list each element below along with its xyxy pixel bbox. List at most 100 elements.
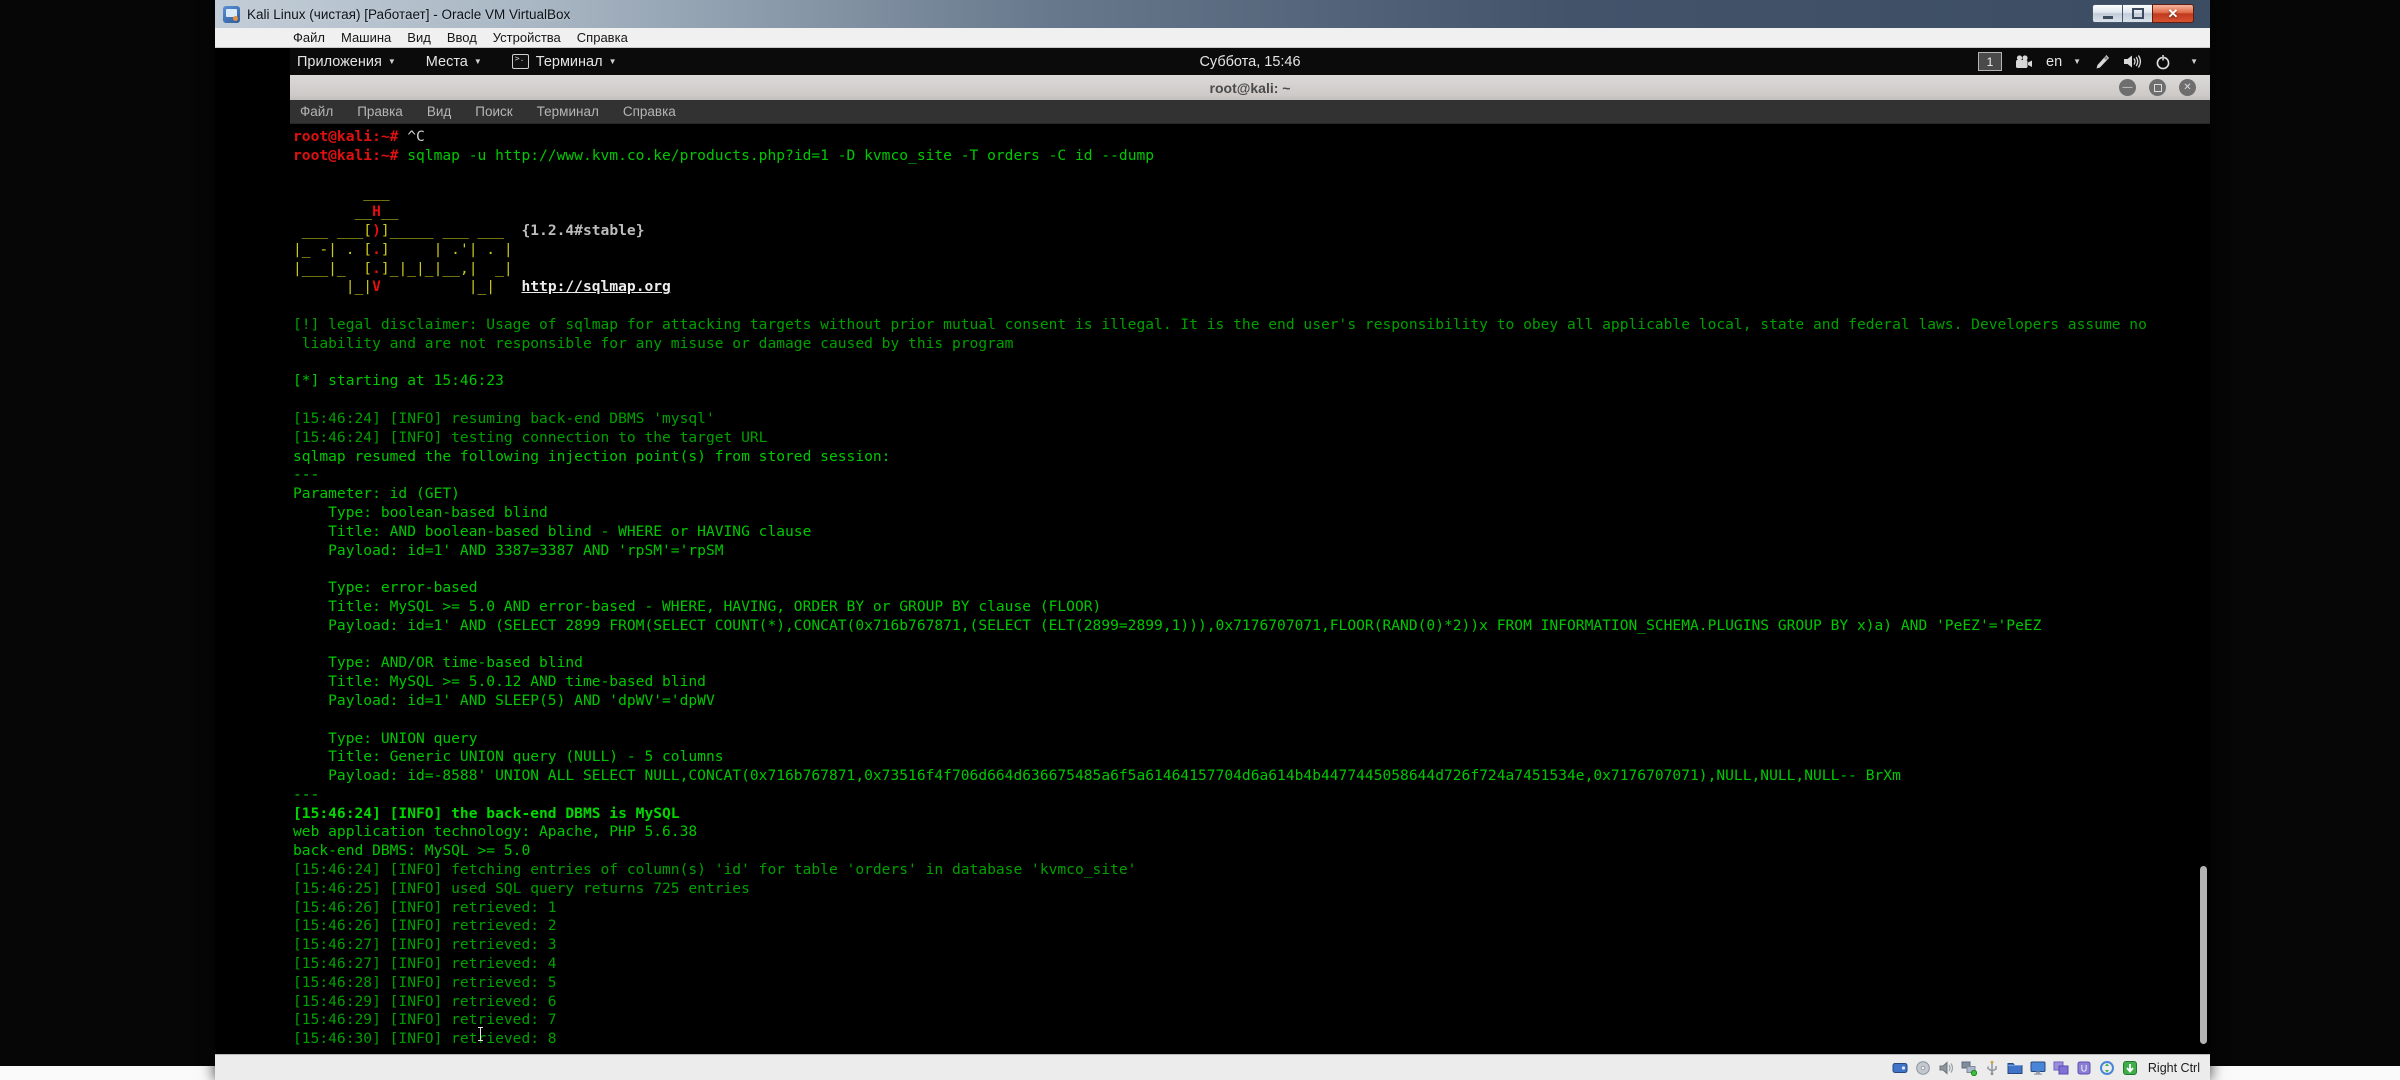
- network-icon[interactable]: [1961, 1059, 1978, 1076]
- terminal-screen[interactable]: root@kali:~# ^Croot@kali:~# sqlmap -u ht…: [290, 124, 2210, 1054]
- terminal-line: Payload: id=1' AND 3387=3387 AND 'rpSM'=…: [293, 542, 2147, 561]
- terminal-line: Type: error-based: [293, 579, 2147, 598]
- minimize-icon: [2103, 16, 2113, 19]
- seamless-windows-icon[interactable]: [2053, 1059, 2070, 1076]
- panel-right: 1 en ▼: [1978, 48, 2198, 75]
- usb-icon[interactable]: [1984, 1059, 2001, 1076]
- terminal-line: [!] legal disclaimer: Usage of sqlmap fo…: [293, 316, 2147, 335]
- titlebar[interactable]: Kali Linux (чистая) [Работает] - Oracle …: [215, 0, 2210, 29]
- terminal-line: root@kali:~# ^C: [293, 128, 2147, 147]
- shared-folder-icon[interactable]: [2007, 1059, 2024, 1076]
- terminal-line: |_|V |_| http://sqlmap.org: [293, 278, 2147, 297]
- kali-top-panel: Приложения ▼ Места ▼ Терминал ▼: [290, 48, 2210, 76]
- terminal-line: Payload: id=-8588' UNION ALL SELECT NULL…: [293, 767, 2147, 786]
- restore-button[interactable]: [2122, 4, 2152, 23]
- host-desktop: Kali Linux (чистая) [Работает] - Oracle …: [0, 0, 2400, 1080]
- terminal-line: Type: boolean-based blind: [293, 504, 2147, 523]
- minimize-icon: —: [2123, 83, 2133, 93]
- terminal-line: [15:46:27] [INFO] retrieved: 3: [293, 936, 2147, 955]
- terminal-line: Parameter: id (GET): [293, 485, 2147, 504]
- maximize-icon: [2154, 84, 2162, 92]
- terminal-icon: [512, 54, 529, 69]
- workspace-indicator[interactable]: 1: [1978, 52, 2002, 71]
- terminal-minimize-button[interactable]: —: [2119, 79, 2136, 96]
- terminal-line: liability and are not responsible for an…: [293, 335, 2147, 354]
- svg-text:U: U: [2081, 1063, 2088, 1073]
- text-cursor: [480, 1027, 481, 1041]
- vm-viewport: Приложения ▼ Места ▼ Терминал ▼: [215, 48, 2210, 1054]
- auto-resize-icon[interactable]: [2122, 1059, 2139, 1076]
- audio-icon[interactable]: [1938, 1059, 1955, 1076]
- terminal-menu-search[interactable]: Поиск: [475, 104, 512, 119]
- vbox-menu-help[interactable]: Справка: [577, 30, 628, 45]
- scrollbar-thumb[interactable]: [2200, 866, 2207, 1044]
- terminal-menu-file[interactable]: Файл: [300, 104, 333, 119]
- terminal-line: [15:46:28] [INFO] retrieved: 5: [293, 974, 2147, 993]
- terminal-line: [15:46:24] [INFO] resuming back-end DBMS…: [293, 410, 2147, 429]
- terminal-line: [15:46:24] [INFO] testing connection to …: [293, 429, 2147, 448]
- mouse-integration-icon[interactable]: [2099, 1059, 2116, 1076]
- virtualbox-window: Kali Linux (чистая) [Работает] - Oracle …: [215, 0, 2210, 1080]
- terminal-menu-help[interactable]: Справка: [623, 104, 676, 119]
- terminal-appmenu[interactable]: Терминал ▼: [512, 54, 617, 70]
- terminal-line: [293, 354, 2147, 373]
- terminal-line: web application technology: Apache, PHP …: [293, 823, 2147, 842]
- vbox-menu-machine[interactable]: Машина: [341, 30, 391, 45]
- hard-disk-icon[interactable]: [1892, 1059, 1909, 1076]
- window-controls: ✕: [2092, 4, 2194, 23]
- terminal-output: root@kali:~# ^Croot@kali:~# sqlmap -u ht…: [293, 128, 2147, 1049]
- applications-menu[interactable]: Приложения ▼: [297, 54, 396, 70]
- vbox-menu-input[interactable]: Ввод: [447, 30, 477, 45]
- terminal-window-controls: — ✕: [2119, 79, 2196, 96]
- chevron-down-icon: ▼: [609, 57, 617, 66]
- optical-disk-icon[interactable]: [1915, 1059, 1932, 1076]
- keyboard-layout-indicator[interactable]: en ▼: [2046, 54, 2081, 70]
- terminal-titlebar[interactable]: root@kali: ~ — ✕: [290, 75, 2210, 101]
- terminal-line: [15:46:26] [INFO] retrieved: 2: [293, 917, 2147, 936]
- virtualization-chip-icon[interactable]: U: [2076, 1059, 2093, 1076]
- vbox-menu-view[interactable]: Вид: [407, 30, 431, 45]
- terminal-line: Type: AND/OR time-based blind: [293, 654, 2147, 673]
- terminal-line: [293, 297, 2147, 316]
- vbox-statusbar: U Right Ctrl: [215, 1054, 2210, 1080]
- host-key-label: Right Ctrl: [2148, 1061, 2200, 1075]
- chevron-down-icon[interactable]: ▼: [2190, 57, 2198, 66]
- terminal-line: sqlmap resumed the following injection p…: [293, 448, 2147, 467]
- terminal-line: ___: [293, 184, 2147, 203]
- volume-icon[interactable]: [2123, 54, 2142, 69]
- terminal-menu-edit[interactable]: Правка: [357, 104, 403, 119]
- minimize-button[interactable]: [2092, 4, 2122, 23]
- screen-recorder-icon[interactable]: [2015, 55, 2033, 69]
- vm-window-icon: [223, 6, 240, 23]
- power-icon[interactable]: [2155, 54, 2171, 70]
- terminal-line: [293, 711, 2147, 730]
- terminal-maximize-button[interactable]: [2149, 79, 2166, 96]
- terminal-line: Title: MySQL >= 5.0.12 AND time-based bl…: [293, 673, 2147, 692]
- vbox-menu-file[interactable]: Файл: [293, 30, 325, 45]
- terminal-line: [293, 166, 2147, 185]
- terminal-menu-terminal[interactable]: Терминал: [537, 104, 599, 119]
- display-icon[interactable]: [2030, 1059, 2047, 1076]
- terminal-line: ---: [293, 466, 2147, 485]
- clock[interactable]: Суббота, 15:46: [1199, 48, 1300, 75]
- terminal-line: [15:46:29] [INFO] retrieved: 7: [293, 1011, 2147, 1030]
- terminal-line: __H__: [293, 203, 2147, 222]
- vbox-menubar: Файл Машина Вид Ввод Устройства Справка: [215, 28, 2210, 48]
- terminal-line: Payload: id=1' AND SLEEP(5) AND 'dpWV'='…: [293, 692, 2147, 711]
- terminal-line: Type: UNION query: [293, 730, 2147, 749]
- terminal-line: |_ -| . [.] | .'| . |: [293, 241, 2147, 260]
- close-button[interactable]: ✕: [2152, 4, 2194, 23]
- terminal-close-button[interactable]: ✕: [2179, 79, 2196, 96]
- panel-left: Приложения ▼ Места ▼ Терминал ▼: [297, 48, 647, 75]
- terminal-line: ___ ___[)]_____ ___ ___ {1.2.4#stable}: [293, 222, 2147, 241]
- places-menu[interactable]: Места ▼: [426, 54, 482, 70]
- terminal-line: ---: [293, 786, 2147, 805]
- tablet-pen-icon[interactable]: [2094, 54, 2110, 70]
- close-icon: ✕: [2183, 83, 2191, 93]
- terminal-line: [15:46:26] [INFO] retrieved: 1: [293, 899, 2147, 918]
- terminal-line: [15:46:30] [INFO] retrieved: 8: [293, 1030, 2147, 1049]
- terminal-line: [15:46:27] [INFO] retrieved: 4: [293, 955, 2147, 974]
- vbox-menu-devices[interactable]: Устройства: [493, 30, 561, 45]
- terminal-line: [*] starting at 15:46:23: [293, 372, 2147, 391]
- terminal-menu-view[interactable]: Вид: [427, 104, 451, 119]
